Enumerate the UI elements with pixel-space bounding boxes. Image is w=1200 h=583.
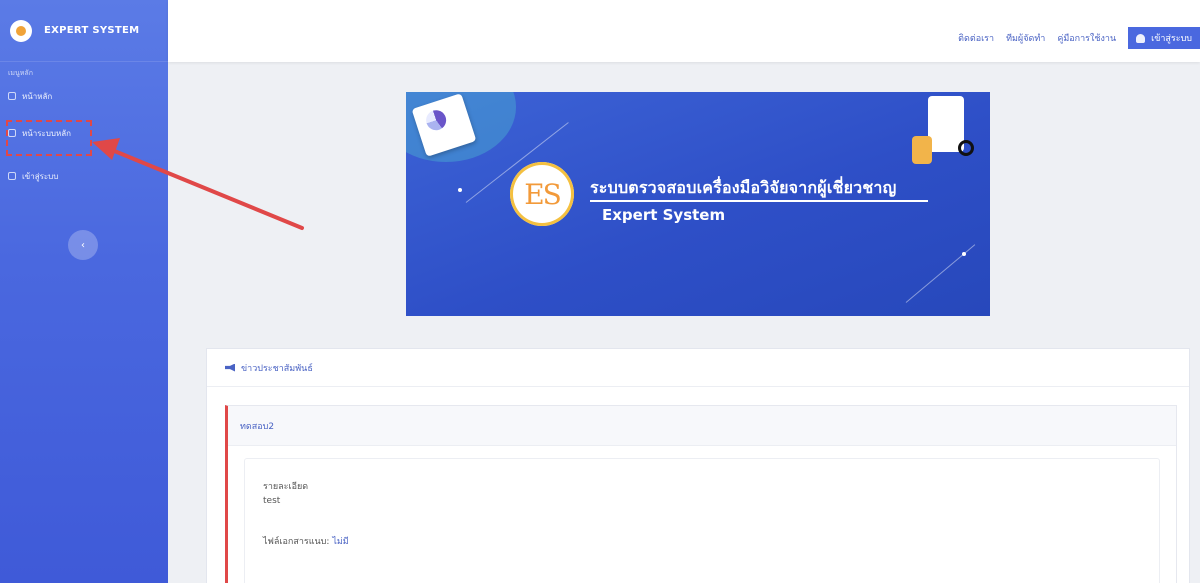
sidebar-item-label: เข้าสู่ระบบ <box>22 171 59 181</box>
contact-link[interactable]: ติดต่อเรา <box>958 31 994 45</box>
login-button[interactable]: เข้าสู่ระบบ <box>1128 27 1200 49</box>
es-logo: ES <box>510 162 574 226</box>
clipboard-magnifier-icon <box>912 96 976 174</box>
attachment-label: ไฟล์เอกสารแนบ: <box>263 537 330 547</box>
news-header: ข่าวประชาสัมพันธ์ <box>207 349 1189 387</box>
top-nav: ติดต่อเรา ทีมผู้จัดทำ คู่มือการใช้งาน เข… <box>958 27 1200 49</box>
decorative-dot <box>458 188 462 192</box>
news-card-body: รายละเอียด test ไฟล์เอกสารแนบ: ไม่มี <box>244 458 1160 583</box>
banner-subtitle: Expert System <box>602 206 726 224</box>
brand-logo-icon <box>10 19 32 42</box>
home-icon <box>8 92 16 100</box>
team-link[interactable]: ทีมผู้จัดทำ <box>1006 31 1045 45</box>
sidebar: EXPERT SYSTEM เมนูหลัก หน้าหลัก หน้าระบบ… <box>0 0 168 583</box>
menu-heading: เมนูหลัก <box>8 69 33 77</box>
es-logo-text: ES <box>524 177 562 211</box>
news-panel: ข่าวประชาสัมพันธ์ ทดสอบ2 รายละเอียด test… <box>206 348 1190 583</box>
sidebar-item-login[interactable]: เข้าสู่ระบบ <box>0 166 66 186</box>
login-icon <box>8 172 16 180</box>
highlight-annotation-box <box>6 120 92 156</box>
manual-link[interactable]: คู่มือการใช้งาน <box>1057 31 1116 45</box>
banner-divider <box>590 200 928 202</box>
decorative-dot <box>962 252 966 256</box>
attachment-row: ไฟล์เอกสารแนบ: ไม่มี <box>263 534 1141 548</box>
brand-name: EXPERT SYSTEM <box>44 25 140 36</box>
news-card: ทดสอบ2 รายละเอียด test ไฟล์เอกสารแนบ: ไม… <box>225 405 1177 583</box>
detail-value: test <box>263 496 281 506</box>
news-heading: ข่าวประชาสัมพันธ์ <box>241 363 313 374</box>
megaphone-icon <box>225 363 235 372</box>
detail-label: รายละเอียด <box>263 482 309 492</box>
user-icon <box>1136 33 1146 43</box>
sidebar-item-home[interactable]: หน้าหลัก <box>0 86 60 106</box>
collapse-sidebar-button[interactable]: ‹ <box>68 230 98 260</box>
topbar: ติดต่อเรา ทีมผู้จัดทำ คู่มือการใช้งาน เข… <box>168 0 1200 62</box>
sidebar-item-label: หน้าหลัก <box>22 91 53 101</box>
hero-banner: ES ระบบตรวจสอบเครื่องมือวิจัยจากผู้เชี่ย… <box>406 92 990 316</box>
banner-title: ระบบตรวจสอบเครื่องมือวิจัยจากผู้เชี่ยวชา… <box>590 178 897 197</box>
login-button-label: เข้าสู่ระบบ <box>1151 34 1192 44</box>
news-card-title[interactable]: ทดสอบ2 <box>228 406 1176 446</box>
chevron-left-icon: ‹ <box>81 239 85 251</box>
brand[interactable]: EXPERT SYSTEM <box>0 0 168 62</box>
attachment-link[interactable]: ไม่มี <box>332 537 348 547</box>
